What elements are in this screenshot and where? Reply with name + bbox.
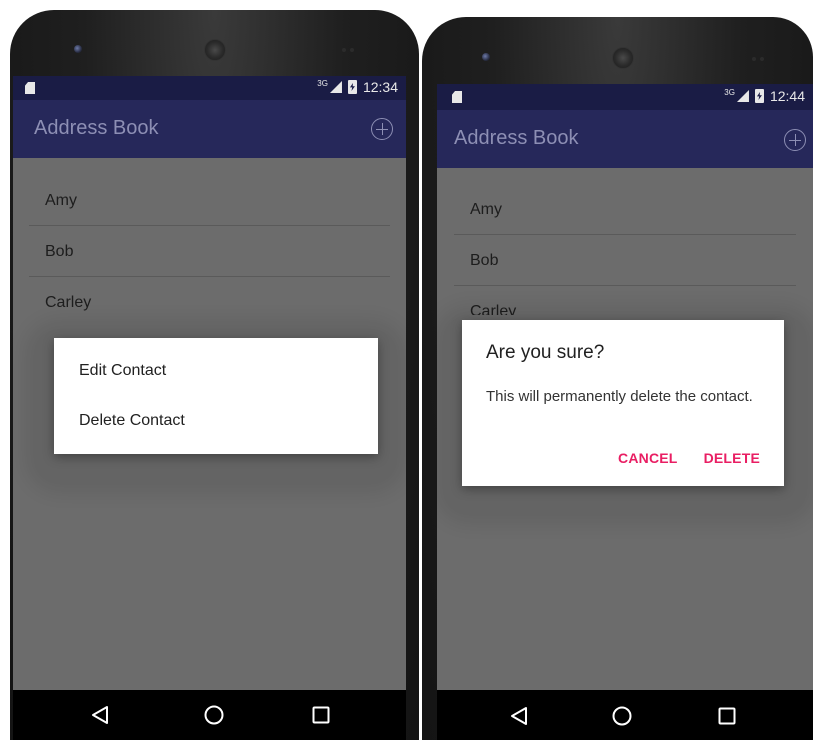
front-camera-icon [74,45,82,53]
home-icon[interactable] [612,706,632,726]
left-screen: 3G 12:34 Address Book Amy Bob Carley Edi… [13,76,406,740]
left-phone: 3G 12:34 Address Book Amy Bob Carley Edi… [10,10,419,740]
network-type: 3G [317,78,328,88]
delete-contact-menu-item[interactable]: Delete Contact [54,396,378,446]
battery-charging-icon [754,89,764,103]
front-camera-icon [482,53,490,61]
app-title: Address Book [34,117,159,139]
sensor-icon [342,48,356,52]
list-item[interactable]: Amy [454,184,796,235]
delete-button[interactable]: DELETE [704,450,760,466]
speaker-icon [612,47,634,69]
signal-icon [736,90,749,102]
add-circle-icon[interactable] [784,129,806,151]
app-bar: Address Book [13,100,406,158]
right-screen: 3G 12:44 Address Book Amy Bob Carley Are… [437,84,813,740]
nav-bar [13,690,406,740]
sd-card-icon [25,82,35,94]
list-item[interactable]: Carley [29,277,390,328]
battery-charging-icon [347,80,357,94]
signal-icon [329,81,342,93]
dialog-title: Are you sure? [486,342,605,363]
list-item[interactable]: Bob [454,235,796,286]
home-icon[interactable] [204,705,224,725]
edit-contact-menu-item[interactable]: Edit Contact [54,346,378,396]
status-bar: 3G 12:44 [437,84,813,110]
app-title: Address Book [454,127,579,149]
dialog-actions: CANCEL DELETE [618,450,760,466]
speaker-icon [204,39,226,61]
cancel-button[interactable]: CANCEL [618,450,678,466]
network-type: 3G [724,87,735,97]
list-item[interactable]: Amy [29,175,390,226]
clock: 12:34 [362,79,398,95]
add-circle-icon[interactable] [371,118,393,140]
recents-icon[interactable] [718,707,736,725]
sensor-icon [752,57,766,61]
recents-icon[interactable] [312,706,330,724]
right-phone: 3G 12:44 Address Book Amy Bob Carley Are… [422,17,813,740]
confirm-dialog: Are you sure? This will permanently dele… [462,320,784,486]
back-icon[interactable] [91,705,109,725]
nav-bar [437,690,813,740]
context-menu: Edit Contact Delete Contact [54,338,378,454]
contact-list: Amy Bob Carley [29,175,390,328]
dialog-message: This will permanently delete the contact… [486,388,753,405]
app-bar: Address Book [437,110,813,168]
sd-card-icon [452,91,462,103]
list-item[interactable]: Bob [29,226,390,277]
status-bar: 3G 12:34 [13,76,406,100]
clock: 12:44 [769,88,805,104]
back-icon[interactable] [510,706,528,726]
